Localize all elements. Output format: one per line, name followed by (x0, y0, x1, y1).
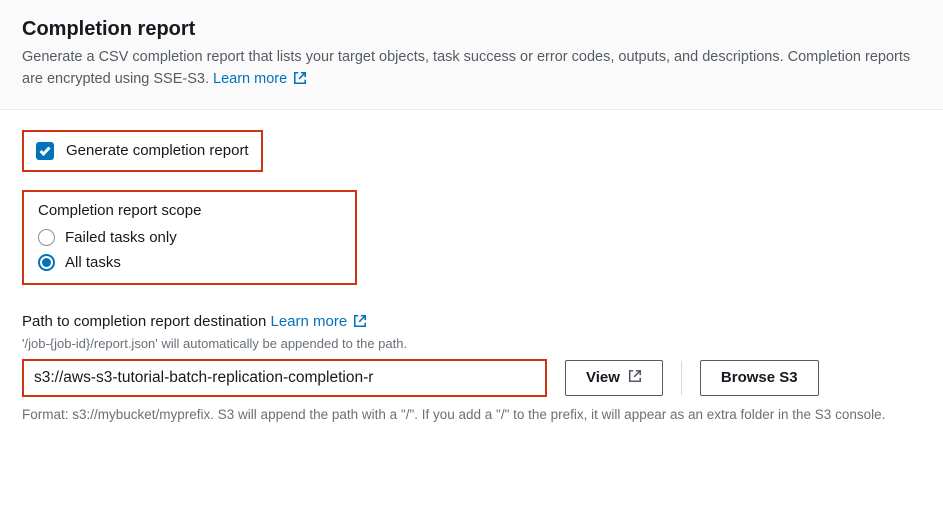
browse-s3-button[interactable]: Browse S3 (700, 360, 819, 396)
generate-report-label: Generate completion report (66, 142, 249, 159)
completion-report-body: Generate completion report Completion re… (0, 110, 943, 445)
path-label-row: Path to completion report destination Le… (22, 313, 921, 332)
scope-title: Completion report scope (38, 202, 341, 219)
radio-all-tasks[interactable]: All tasks (38, 254, 341, 271)
section-description: Generate a CSV completion report that li… (22, 47, 921, 93)
path-section: Path to completion report destination Le… (22, 313, 921, 425)
view-button-label: View (586, 369, 620, 386)
path-input[interactable] (22, 359, 547, 397)
generate-report-highlight: Generate completion report (22, 130, 263, 172)
path-learn-more-link[interactable]: Learn more (271, 313, 368, 330)
button-divider (681, 361, 682, 395)
external-link-icon (293, 71, 307, 93)
generate-report-checkbox-row[interactable]: Generate completion report (36, 142, 249, 160)
external-link-icon (353, 314, 367, 332)
path-input-row: View Browse S3 (22, 359, 921, 397)
section-title: Completion report (22, 18, 921, 41)
external-link-icon (628, 369, 642, 387)
radio-failed-input[interactable] (38, 229, 55, 246)
format-hint: Format: s3://mybucket/myprefix. S3 will … (22, 405, 921, 425)
radio-failed-tasks[interactable]: Failed tasks only (38, 229, 341, 246)
browse-s3-label: Browse S3 (721, 369, 798, 386)
view-button[interactable]: View (565, 360, 663, 396)
description-text: Generate a CSV completion report that li… (22, 49, 910, 87)
path-label: Path to completion report destination (22, 313, 266, 330)
generate-report-checkbox[interactable] (36, 142, 54, 160)
scope-highlight: Completion report scope Failed tasks onl… (22, 190, 357, 285)
radio-all-input[interactable] (38, 254, 55, 271)
path-hint: '/job-{job-id}/report.json' will automat… (22, 336, 921, 351)
learn-more-link[interactable]: Learn more (213, 71, 307, 87)
completion-report-header: Completion report Generate a CSV complet… (0, 0, 943, 110)
radio-all-label: All tasks (65, 254, 121, 271)
radio-failed-label: Failed tasks only (65, 229, 177, 246)
